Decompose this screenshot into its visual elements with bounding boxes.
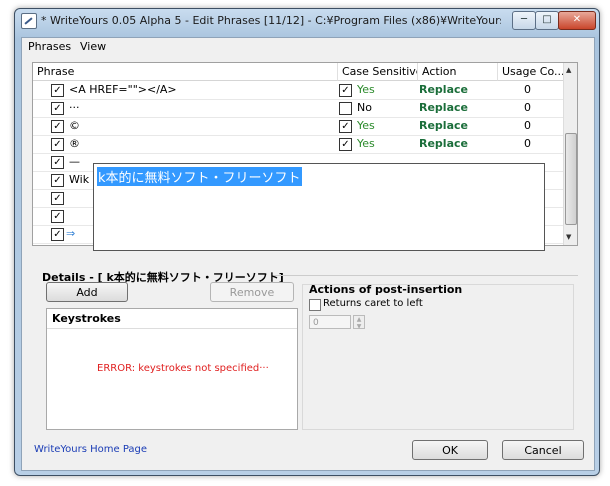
spin-arrows-icon[interactable]: ▲ ▼	[353, 315, 365, 330]
header-phrase[interactable]: Phrase	[33, 63, 338, 81]
menu-bar: Phrases View	[22, 38, 594, 56]
close-button[interactable]: ✕	[558, 11, 596, 30]
enabled-checkbox[interactable]: ✓	[51, 192, 64, 205]
enabled-checkbox[interactable]: ✓	[51, 210, 64, 223]
post-insertion-title: Actions of post-insertion	[309, 283, 463, 296]
case-checkbox[interactable]	[339, 102, 352, 115]
action-cell: Replace	[419, 83, 468, 96]
window-title: * WriteYours 0.05 Alpha 5 - Edit Phrases…	[41, 14, 501, 27]
returns-caret-label[interactable]: Returns caret to left	[323, 298, 423, 309]
scroll-thumb[interactable]	[565, 133, 577, 225]
keystrokes-header-divider	[47, 328, 297, 329]
action-cell: Replace	[419, 137, 468, 150]
enabled-checkbox[interactable]: ✓	[51, 102, 64, 115]
remove-button[interactable]: Remove	[210, 282, 294, 302]
menu-view[interactable]: View	[80, 40, 106, 53]
header-action[interactable]: Action	[418, 63, 498, 81]
case-cell: Yes	[357, 119, 375, 132]
table-row[interactable]: ✓ ··· No Replace 0	[33, 99, 564, 118]
phrase-cell: <A HREF=""></A>	[69, 83, 177, 96]
phrase-cell: ···	[69, 101, 80, 114]
usage-cell: 0	[524, 137, 531, 150]
keystrokes-header: Keystrokes	[52, 312, 121, 325]
editor-selected-text[interactable]: k本的に無料ソフト・フリーソフト	[97, 167, 302, 186]
phrase-editor-popup[interactable]: k本的に無料ソフト・フリーソフト	[93, 163, 545, 251]
keystrokes-error: ERROR: keystrokes not specified···	[97, 363, 269, 374]
usage-cell: 0	[524, 101, 531, 114]
table-row[interactable]: ✓ © ✓ Yes Replace 0	[33, 117, 564, 136]
menu-phrases[interactable]: Phrases	[28, 40, 71, 53]
scroll-down-icon[interactable]: ▼	[566, 233, 571, 241]
enabled-checkbox[interactable]: ✓	[51, 138, 64, 151]
title-bar: * WriteYours 0.05 Alpha 5 - Edit Phrases…	[15, 9, 599, 33]
enabled-checkbox[interactable]: ✓	[51, 228, 64, 241]
home-page-link[interactable]: WriteYours Home Page	[34, 444, 147, 455]
caret-offset-input[interactable]: 0	[309, 315, 351, 329]
maximize-button[interactable]: □	[535, 11, 559, 30]
table-row[interactable]: ✓ <A HREF=""></A> ✓ Yes Replace 0	[33, 81, 564, 100]
case-checkbox[interactable]: ✓	[339, 120, 352, 133]
header-case-sensitive[interactable]: Case Sensitive	[338, 63, 418, 81]
cancel-button[interactable]: Cancel	[502, 440, 584, 460]
table-row[interactable]: ✓ ® ✓ Yes Replace 0	[33, 135, 564, 154]
phrase-cell: —	[69, 155, 80, 168]
details-divider	[274, 275, 578, 276]
returns-caret-checkbox[interactable]	[309, 299, 321, 311]
main-window: * WriteYours 0.05 Alpha 5 - Edit Phrases…	[14, 8, 600, 476]
usage-cell: 0	[524, 83, 531, 96]
phrase-cell: Wik	[69, 173, 90, 186]
case-checkbox[interactable]: ✓	[339, 84, 352, 97]
current-row-arrow-icon: ⇒	[66, 227, 76, 240]
keystrokes-list[interactable]: Keystrokes ERROR: keystrokes not specifi…	[46, 308, 298, 430]
ok-button[interactable]: OK	[412, 440, 488, 460]
case-cell: Yes	[357, 83, 375, 96]
app-icon	[21, 13, 37, 29]
enabled-checkbox[interactable]: ✓	[51, 174, 64, 187]
enabled-checkbox[interactable]: ✓	[51, 120, 64, 133]
minimize-button[interactable]: ─	[512, 11, 536, 30]
phrase-cell: ®	[69, 137, 80, 150]
post-insertion-panel: Actions of post-insertion Returns caret …	[302, 283, 574, 430]
enabled-checkbox[interactable]: ✓	[51, 156, 64, 169]
vertical-scrollbar[interactable]: ▲ ▼	[563, 63, 577, 245]
phrase-cell: ©	[69, 119, 80, 132]
enabled-checkbox[interactable]: ✓	[51, 84, 64, 97]
header-usage-count[interactable]: Usage Co...	[498, 63, 564, 81]
case-cell: Yes	[357, 137, 375, 150]
case-checkbox[interactable]: ✓	[339, 138, 352, 151]
usage-cell: 0	[524, 119, 531, 132]
action-cell: Replace	[419, 101, 468, 114]
scroll-up-icon[interactable]: ▲	[566, 66, 571, 74]
case-cell: No	[357, 101, 372, 114]
add-button[interactable]: Add	[46, 282, 128, 302]
action-cell: Replace	[419, 119, 468, 132]
client-area: Phrases View Phrase Case Sensitive Actio…	[21, 37, 595, 471]
